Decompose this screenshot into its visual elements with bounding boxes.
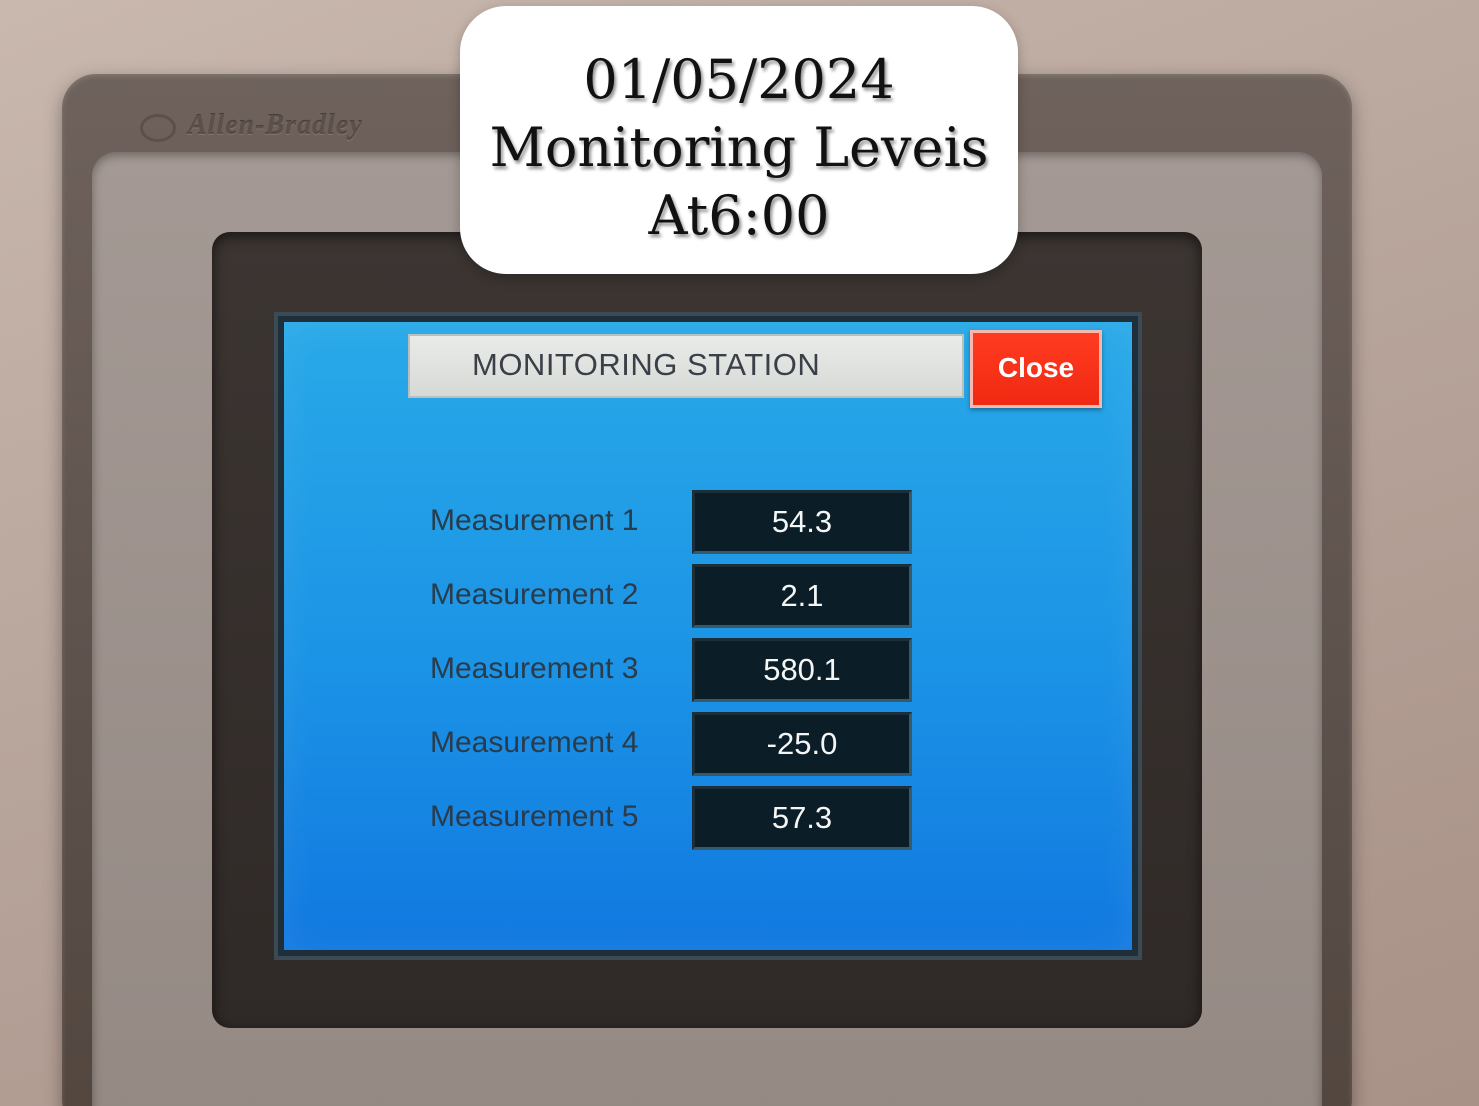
measurement-row-4: Measurement 4 -25.0	[284, 712, 1144, 778]
measurement-4-value: -25.0	[692, 712, 912, 776]
measurement-5-value: 57.3	[692, 786, 912, 850]
brand-logo-icon	[140, 113, 176, 142]
measurement-row-3: Measurement 3 580.1	[284, 638, 1144, 704]
measurement-3-label: Measurement 3	[430, 652, 639, 685]
measurement-5-label: Measurement 5	[430, 800, 639, 833]
measurement-row-5: Measurement 5 57.3	[284, 786, 1144, 852]
measurement-1-label: Measurement 1	[430, 504, 639, 537]
measurement-1-value: 54.3	[692, 490, 912, 554]
caption-date: 01/05/2024	[583, 48, 895, 111]
caption-card: 01/05/2024 Monitoring Leveis At6:00	[460, 6, 1018, 274]
photo-scene: Allen-Bradley MONITORING STATION Close M…	[0, 0, 1479, 1106]
measurement-2-label: Measurement 2	[430, 578, 639, 611]
brand-label: Allen-Bradley	[140, 110, 363, 142]
measurement-row-1: Measurement 1 54.3	[284, 490, 1144, 556]
close-button[interactable]: Close	[970, 330, 1102, 408]
hmi-screen: MONITORING STATION Close Measurement 1 5…	[278, 316, 1138, 956]
measurement-4-label: Measurement 4	[430, 726, 639, 759]
measurement-2-value: 2.1	[692, 564, 912, 628]
caption-time: At6:00	[648, 184, 830, 247]
measurement-row-2: Measurement 2 2.1	[284, 564, 1144, 630]
brand-text: Allen-Bradley	[188, 110, 363, 141]
caption-title: Monitoring Leveis	[489, 116, 989, 179]
page-title: MONITORING STATION	[408, 334, 964, 398]
measurement-3-value: 580.1	[692, 638, 912, 702]
